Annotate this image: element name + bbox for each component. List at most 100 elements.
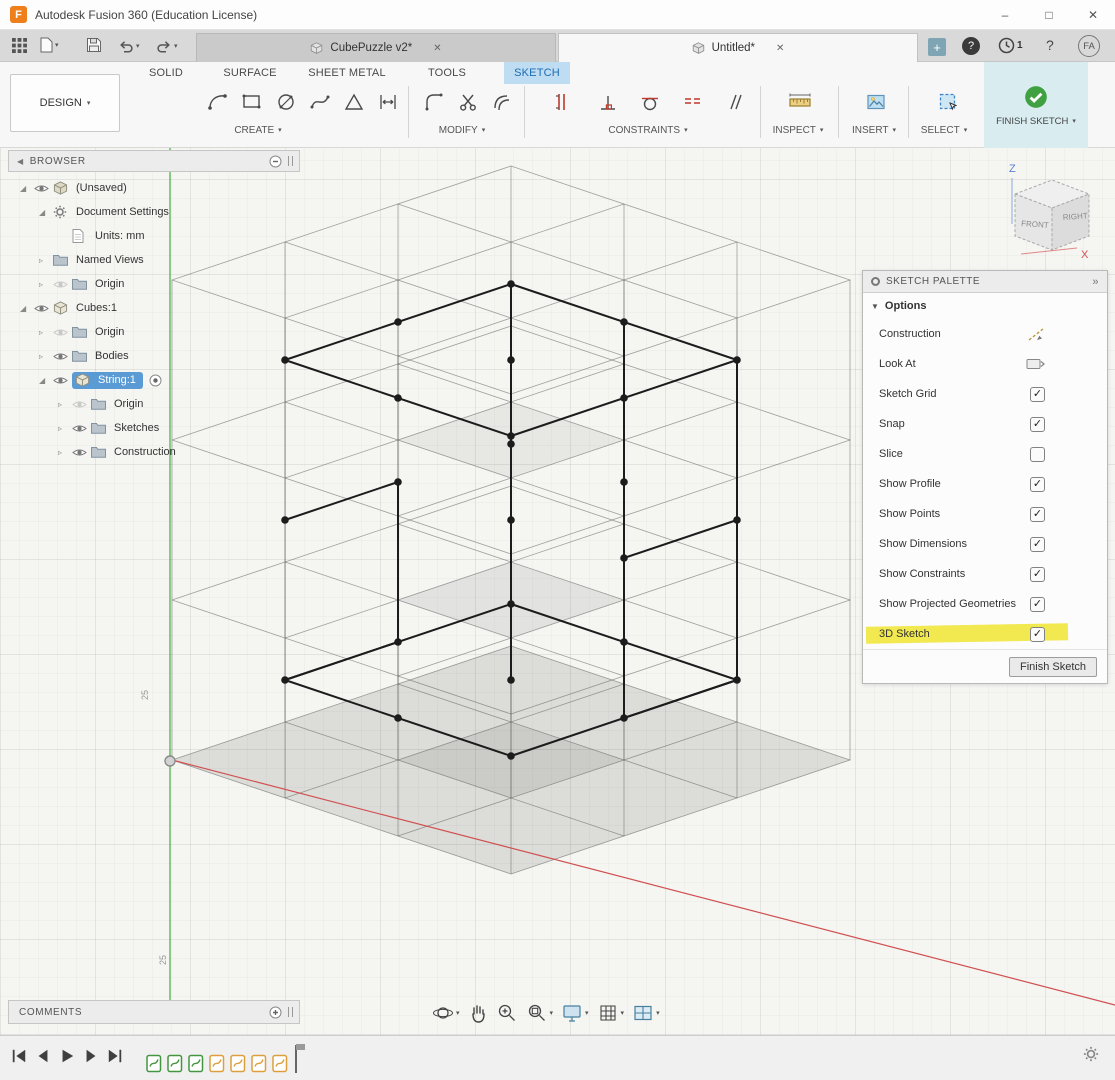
job-status-icon[interactable]: 1 [998, 37, 1023, 54]
look-at-icon[interactable] [1026, 357, 1045, 371]
expander-icon[interactable]: ◢ [20, 304, 34, 313]
finish-sketch-button[interactable]: FINISH SKETCH▾ [984, 62, 1088, 148]
slice-checkbox[interactable] [1030, 447, 1045, 462]
zoom-fit-icon[interactable]: ▾ [526, 1002, 554, 1024]
timeline-feature-marker[interactable] [251, 1054, 267, 1073]
browser-item-origin[interactable]: ▹Origin [8, 392, 300, 416]
timeline-feature-marker[interactable] [167, 1054, 183, 1073]
sketch-dimension-icon[interactable] [548, 88, 576, 116]
browser-item-bodies[interactable]: ▹Bodies [8, 344, 300, 368]
viewcube-front-face[interactable]: FRONT [1021, 219, 1049, 230]
zoom-icon[interactable] [496, 1002, 518, 1024]
finish-sketch-palette-button[interactable]: Finish Sketch [1009, 657, 1097, 677]
construction-icon[interactable] [1027, 327, 1045, 342]
expander-icon[interactable]: ◢ [39, 376, 53, 385]
minimize-button[interactable]: – [983, 0, 1027, 29]
help-icon[interactable]: ? [1046, 37, 1054, 53]
minimize-panel-icon[interactable] [269, 155, 282, 168]
show-constraints-checkbox[interactable]: ✓ [1030, 567, 1045, 582]
close-tab-icon[interactable]: ✕ [433, 43, 441, 54]
expand-comments-icon[interactable] [269, 1006, 282, 1019]
timeline-feature-marker[interactable] [230, 1054, 246, 1073]
file-menu-icon[interactable]: ▾ [40, 37, 59, 53]
browser-item-construction[interactable]: ▹Construction [8, 440, 300, 464]
visibility-eye-icon[interactable] [34, 303, 53, 314]
measure-icon[interactable] [786, 88, 814, 116]
visibility-eye-icon[interactable] [53, 351, 72, 362]
sketch-palette-header[interactable]: SKETCH PALETTE » [863, 271, 1107, 293]
grid-settings-icon[interactable]: ▾ [597, 1002, 625, 1024]
parallel-constraint-icon[interactable] [720, 88, 748, 116]
expander-icon[interactable]: ◢ [39, 208, 53, 217]
create-group-label[interactable]: CREATE▾ [210, 122, 306, 138]
expander-icon[interactable]: ▹ [58, 400, 72, 409]
tangent-constraint-icon[interactable] [636, 88, 664, 116]
browser-item-origin[interactable]: ▹Origin [8, 272, 300, 296]
dimension-tool-icon[interactable] [374, 88, 402, 116]
browser-item-named-views[interactable]: ▹Named Views [8, 248, 300, 272]
tab-sketch[interactable]: SKETCH [504, 62, 570, 84]
horizontal-vertical-constraint-icon[interactable] [594, 88, 622, 116]
display-settings-icon[interactable]: ▾ [561, 1002, 589, 1024]
redo-icon[interactable]: ▾ [156, 39, 178, 53]
offset-tool-icon[interactable] [488, 88, 516, 116]
show-points-checkbox[interactable]: ✓ [1030, 507, 1045, 522]
equal-constraint-icon[interactable] [678, 88, 706, 116]
insert-group-label[interactable]: INSERT▾ [838, 122, 910, 138]
spline-tool-icon[interactable] [306, 88, 334, 116]
rectangle-tool-icon[interactable] [238, 88, 266, 116]
circle-tool-icon[interactable] [272, 88, 300, 116]
expander-icon[interactable]: ▹ [58, 424, 72, 433]
assistant-icon[interactable]: ? [962, 37, 980, 55]
expander-icon[interactable]: ▹ [39, 256, 53, 265]
tab-solid[interactable]: SOLID [138, 62, 194, 84]
snap-checkbox[interactable]: ✓ [1030, 417, 1045, 432]
new-tab-button[interactable]: + [928, 38, 946, 56]
pan-icon[interactable] [468, 1002, 488, 1024]
visibility-eye-icon[interactable] [72, 399, 91, 410]
tab-surface[interactable]: SURFACE [214, 62, 286, 84]
tab-sheet-metal[interactable]: SHEET METAL [300, 62, 394, 84]
modify-group-label[interactable]: MODIFY▾ [414, 122, 510, 138]
visibility-eye-icon[interactable] [72, 447, 91, 458]
timeline-playhead[interactable] [295, 1045, 297, 1073]
step-back-button[interactable] [32, 1045, 54, 1067]
expand-panel-icon[interactable]: » [1092, 276, 1099, 288]
expander-icon[interactable]: ◢ [20, 184, 34, 193]
visibility-eye-icon[interactable] [72, 423, 91, 434]
panel-grip[interactable] [288, 156, 293, 166]
browser-item-units-mm[interactable]: Units: mm [8, 224, 300, 248]
view-cube[interactable]: Z FRONT RIGHT X [985, 158, 1110, 266]
fillet-tool-icon[interactable] [420, 88, 448, 116]
maximize-button[interactable]: □ [1027, 0, 1071, 29]
timeline-feature-marker[interactable] [188, 1054, 204, 1073]
tab-tools[interactable]: TOOLS [418, 62, 476, 84]
step-forward-button[interactable] [80, 1045, 102, 1067]
select-box-icon[interactable] [934, 88, 962, 116]
viewports-icon[interactable]: ▾ [632, 1002, 660, 1024]
expander-icon[interactable]: ▹ [39, 352, 53, 361]
undo-icon[interactable]: ▾ [118, 39, 140, 53]
canvas-image-icon[interactable] [862, 88, 890, 116]
timeline-feature-marker[interactable] [146, 1054, 162, 1073]
comments-bar[interactable]: COMMENTS [8, 1000, 300, 1024]
polygon-tool-icon[interactable] [340, 88, 368, 116]
close-button[interactable]: ✕ [1071, 0, 1115, 29]
play-button[interactable] [56, 1045, 78, 1067]
browser-item-sketches[interactable]: ▹Sketches [8, 416, 300, 440]
document-tab-active[interactable]: Untitled* ✕ [558, 33, 918, 62]
browser-item-document-settings[interactable]: ◢Document Settings [8, 200, 300, 224]
save-icon[interactable] [86, 37, 102, 53]
browser-header[interactable]: ◀ BROWSER [8, 150, 300, 172]
app-grid-icon[interactable] [12, 38, 27, 53]
skip-to-start-button[interactable] [8, 1045, 30, 1067]
trim-tool-icon[interactable] [454, 88, 482, 116]
select-group-label[interactable]: SELECT▾ [908, 122, 980, 138]
activate-component-radio[interactable] [149, 374, 162, 387]
sketch-grid-checkbox[interactable]: ✓ [1030, 387, 1045, 402]
browser-item-origin[interactable]: ▹Origin [8, 320, 300, 344]
options-section-header[interactable]: ▼ Options [863, 293, 1107, 319]
expander-icon[interactable]: ▹ [58, 448, 72, 457]
workspace-selector[interactable]: DESIGN▾ [10, 74, 120, 132]
visibility-eye-icon[interactable] [53, 375, 72, 386]
